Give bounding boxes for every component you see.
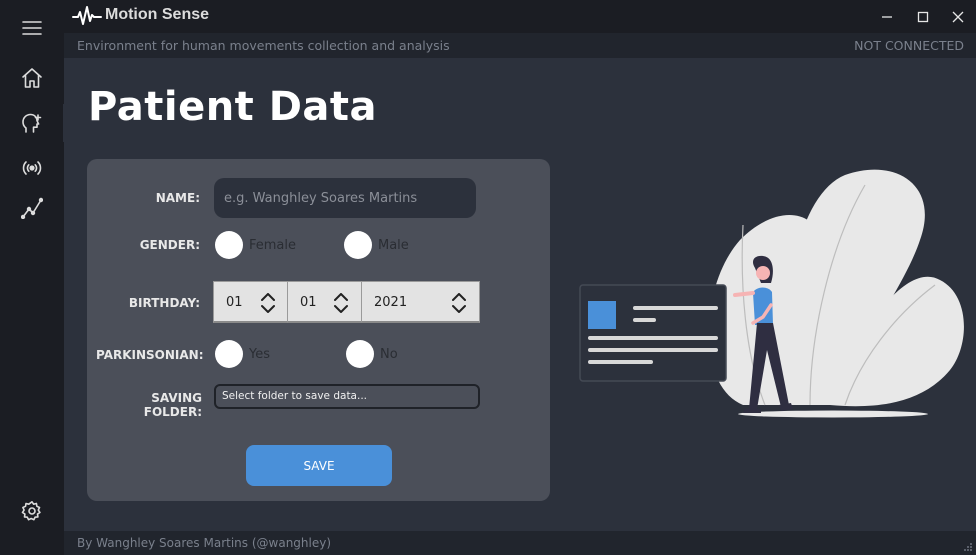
sidebar-item-patient[interactable] bbox=[0, 103, 64, 143]
patient-data-illustration bbox=[579, 169, 964, 418]
add-patient-icon bbox=[22, 113, 42, 133]
broadcast-icon bbox=[22, 161, 42, 175]
subtitle-bar: Environment for human movements collecti… bbox=[64, 33, 976, 58]
spin-arrows-icon[interactable] bbox=[334, 293, 348, 313]
spin-arrows-icon[interactable] bbox=[452, 293, 466, 313]
maximize-button[interactable] bbox=[906, 0, 940, 33]
sidebar-item-connection[interactable] bbox=[0, 148, 64, 188]
birthday-month-spinbox[interactable]: 01 bbox=[287, 281, 362, 323]
sidebar bbox=[0, 0, 66, 555]
birthday-month-value: 01 bbox=[300, 295, 317, 310]
saving-folder-field[interactable]: Select folder to save data... bbox=[214, 384, 480, 409]
app-description: Environment for human movements collecti… bbox=[77, 38, 450, 53]
birthday-year-spinbox[interactable]: 2021 bbox=[361, 281, 480, 323]
sidebar-item-analysis[interactable] bbox=[0, 188, 64, 228]
saving-folder-label: SAVING FOLDER: bbox=[143, 391, 202, 419]
birthday-day-spinbox[interactable]: 01 bbox=[213, 281, 288, 323]
footer-credit: By Wanghley Soares Martins (@wanghley) bbox=[77, 536, 332, 550]
birthday-label: BIRTHDAY: bbox=[128, 296, 200, 310]
settings-icon bbox=[21, 501, 41, 521]
pulse-logo-icon bbox=[72, 6, 102, 25]
maximize-icon bbox=[917, 11, 929, 22]
minimize-icon bbox=[882, 15, 892, 18]
parkinsonian-yes-label: Yes bbox=[249, 347, 270, 362]
app-title: Motion Sense bbox=[105, 6, 210, 23]
gender-female-label: Female bbox=[249, 238, 297, 253]
name-input[interactable] bbox=[214, 178, 476, 218]
gender-label: GENDER: bbox=[139, 238, 200, 252]
gender-female-radio[interactable] bbox=[215, 231, 243, 259]
parkinsonian-no-radio[interactable] bbox=[346, 340, 374, 368]
page-title: Patient Data bbox=[88, 84, 378, 130]
sidebar-item-settings[interactable] bbox=[0, 491, 64, 531]
connection-status: NOT CONNECTED bbox=[854, 38, 964, 53]
menu-icon bbox=[22, 21, 42, 35]
resize-grip-icon[interactable] bbox=[963, 542, 973, 552]
menu-toggle-button[interactable] bbox=[0, 8, 64, 48]
gender-male-radio[interactable] bbox=[344, 231, 372, 259]
title-bar[interactable]: Motion Sense bbox=[64, 0, 976, 33]
close-icon bbox=[952, 11, 964, 22]
name-label: NAME: bbox=[155, 191, 200, 205]
gender-male-label: Male bbox=[378, 238, 409, 253]
parkinsonian-no-label: No bbox=[380, 347, 398, 362]
minimize-button[interactable] bbox=[870, 0, 904, 33]
close-button[interactable] bbox=[941, 0, 975, 33]
parkinsonian-label: PARKINSONIAN: bbox=[96, 348, 204, 362]
birthday-year-value: 2021 bbox=[374, 295, 408, 310]
home-icon bbox=[22, 68, 42, 88]
birthday-day-value: 01 bbox=[226, 295, 243, 310]
active-indicator bbox=[63, 104, 66, 142]
sidebar-item-home[interactable] bbox=[0, 58, 64, 98]
parkinsonian-yes-radio[interactable] bbox=[215, 340, 243, 368]
spin-arrows-icon[interactable] bbox=[261, 293, 275, 313]
footer-bar: By Wanghley Soares Martins (@wanghley) bbox=[64, 531, 976, 555]
save-button[interactable]: SAVE bbox=[246, 445, 392, 486]
chart-line-icon bbox=[21, 197, 43, 219]
